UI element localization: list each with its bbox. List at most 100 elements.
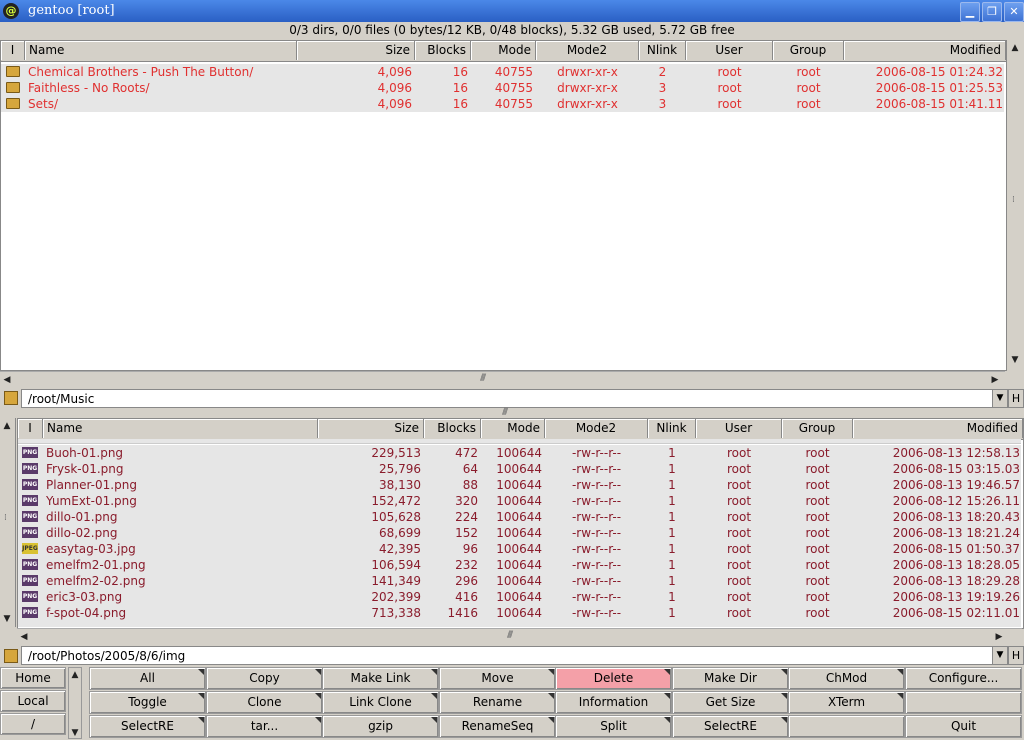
- folder-icon[interactable]: [4, 649, 18, 663]
- link-clone-button[interactable]: Link Clone: [322, 691, 439, 714]
- minimize-icon[interactable]: ▁: [960, 2, 980, 22]
- make-dir-button[interactable]: Make Dir: [672, 667, 789, 690]
- bottom-row[interactable]: PNG eric3-03.png 202,399 416 100644 -rw-r--r-…: [18, 589, 1021, 605]
- bottom-column-user[interactable]: User: [696, 419, 782, 438]
- bottom-row[interactable]: PNG emelfm2-01.png 106,594 232 100644 -rw-r--…: [18, 557, 1021, 573]
- scroll-up-icon[interactable]: ▲: [1008, 41, 1022, 55]
- scroll-right-icon[interactable]: ▶: [992, 630, 1006, 644]
- top-cell-nlink: 3: [658, 97, 667, 111]
- bottom-column-blocks[interactable]: Blocks: [424, 419, 481, 438]
- chevron-down-icon[interactable]: ▼: [992, 646, 1008, 665]
- bottom-row[interactable]: PNG dillo-01.png 105,628 224 100644 -rw-r--r-…: [18, 509, 1021, 525]
- bottom-history-button[interactable]: H: [1008, 646, 1024, 665]
- table-row-partial[interactable]: [18, 621, 1021, 627]
- scroll-up-icon[interactable]: ▲: [69, 668, 81, 682]
- top-row[interactable]: Chemical Brothers - Push The Button/4,09…: [1, 64, 1004, 80]
- corner-menu-icon: [198, 717, 204, 723]
- scroll-grip-icon[interactable]: ⁞: [4, 513, 7, 523]
- bottom-row[interactable]: PNG dillo-02.png 68,699 152 100644 -rw-r--r--…: [18, 525, 1021, 541]
- local-button[interactable]: Local: [0, 690, 66, 712]
- xterm-button[interactable]: XTerm: [788, 691, 905, 714]
- pane-splitter-icon[interactable]: ////: [502, 407, 508, 417]
- bottom-cell-name: emelfm2-01.png: [46, 558, 146, 572]
- renameseq-button[interactable]: RenameSeq: [439, 715, 556, 738]
- scroll-down-icon[interactable]: ▼: [69, 726, 81, 740]
- bottom-row[interactable]: PNG Buoh-01.png 229,513 472 100644 -rw-r--r--…: [18, 445, 1021, 461]
- root-button[interactable]: /: [0, 713, 66, 735]
- window-title: gentoo [root]: [28, 3, 115, 18]
- scroll-grip-icon[interactable]: ⁞: [1012, 195, 1015, 205]
- chmod-button[interactable]: ChMod: [788, 667, 905, 690]
- top-vertical-scrollbar[interactable]: ▲ ⁞ ▼: [1006, 40, 1024, 369]
- bottom-row[interactable]: PNG emelfm2-02.png 141,349 296 100644 -rw-r--…: [18, 573, 1021, 589]
- folder-icon[interactable]: [4, 391, 18, 405]
- scroll-down-icon[interactable]: ▼: [1008, 353, 1022, 367]
- maximize-icon[interactable]: ❐: [982, 2, 1002, 22]
- scroll-grip-icon[interactable]: ////: [480, 373, 486, 383]
- make-link-button[interactable]: Make Link: [322, 667, 439, 690]
- top-column-blocks[interactable]: Blocks: [415, 41, 471, 60]
- gzip-button[interactable]: gzip: [322, 715, 439, 738]
- top-column-i[interactable]: I: [1, 41, 25, 60]
- top-horizontal-scrollbar[interactable]: ◀ //// ▶: [0, 371, 1005, 388]
- top-file-list[interactable]: I Name Size Blocks Mode Mode2 Nlink User Group Mo…: [0, 40, 1007, 371]
- bottom-path-input[interactable]: /root/Photos/2005/8/6/img: [21, 646, 993, 665]
- title-bar[interactable]: @ gentoo [root] ▁ ❐ ✕: [0, 0, 1024, 22]
- scroll-down-icon[interactable]: ▼: [0, 612, 14, 626]
- top-column-modified[interactable]: Modified: [844, 41, 1006, 60]
- bottom-column-i[interactable]: I: [18, 419, 43, 438]
- top-column-name[interactable]: Name: [25, 41, 297, 60]
- bottom-column-mode2[interactable]: Mode2: [545, 419, 648, 438]
- bottom-column-name[interactable]: Name: [43, 419, 318, 438]
- app-icon[interactable]: @: [3, 3, 19, 19]
- top-column-user[interactable]: User: [686, 41, 773, 60]
- top-column-nlink[interactable]: Nlink: [639, 41, 686, 60]
- bottom-column-group[interactable]: Group: [782, 419, 853, 438]
- scroll-right-icon[interactable]: ▶: [988, 373, 1002, 387]
- split-button[interactable]: Split: [555, 715, 672, 738]
- bottom-row[interactable]: JPEG easytag-03.jpg 42,395 96 100644 -rw-r--r…: [18, 541, 1021, 557]
- scroll-grip-icon[interactable]: ////: [507, 630, 513, 640]
- top-column-group[interactable]: Group: [773, 41, 844, 60]
- rename-button[interactable]: Rename: [439, 691, 556, 714]
- table-row-partial[interactable]: [18, 439, 1021, 444]
- toggle-button[interactable]: Toggle: [89, 691, 206, 714]
- top-column-mode[interactable]: Mode: [471, 41, 536, 60]
- selectre-button[interactable]: SelectRE: [672, 715, 789, 738]
- bottom-file-list[interactable]: I Name Size Blocks Mode Mode2 Nlink User Group Mo…: [17, 418, 1024, 629]
- delete-button[interactable]: Delete: [555, 667, 672, 690]
- bottom-column-size[interactable]: Size: [318, 419, 424, 438]
- scroll-left-icon[interactable]: ◀: [17, 630, 31, 644]
- clone-button[interactable]: Clone: [206, 691, 323, 714]
- top-row[interactable]: Sets/4,096 16 40755 drwxr-xr-x 3 root root 2006…: [1, 96, 1004, 112]
- all-button[interactable]: All: [89, 667, 206, 690]
- selectre-button[interactable]: SelectRE: [89, 715, 206, 738]
- copy-button[interactable]: Copy: [206, 667, 323, 690]
- scroll-up-icon[interactable]: ▲: [0, 419, 14, 433]
- bottom-row[interactable]: PNG Frysk-01.png 25,796 64 100644 -rw-r--r-- 1…: [18, 461, 1021, 477]
- bottom-column-modified[interactable]: Modified: [853, 419, 1023, 438]
- bottom-vertical-scrollbar[interactable]: ▲ ⁞ ▼: [0, 418, 16, 627]
- scroll-left-icon[interactable]: ◀: [0, 373, 14, 387]
- top-column-mode2[interactable]: Mode2: [536, 41, 639, 60]
- top-row[interactable]: Faithless - No Roots/4,096 16 40755 drwxr-x…: [1, 80, 1004, 96]
- home-button[interactable]: Home: [0, 667, 66, 689]
- move-button[interactable]: Move: [439, 667, 556, 690]
- get-size-button[interactable]: Get Size: [672, 691, 789, 714]
- close-icon[interactable]: ✕: [1004, 2, 1024, 22]
- quit-button[interactable]: Quit: [905, 715, 1022, 738]
- information-button[interactable]: Information: [555, 691, 672, 714]
- side-scrollbar[interactable]: ▲ ▼: [68, 667, 82, 739]
- bottom-row[interactable]: PNG f-spot-04.png 713,338 1416 100644 -rw-r--…: [18, 605, 1021, 621]
- tar-button[interactable]: tar...: [206, 715, 323, 738]
- configure-button[interactable]: Configure...: [905, 667, 1022, 690]
- bottom-row[interactable]: PNG Planner-01.png 38,130 88 100644 -rw-r--r-…: [18, 477, 1021, 493]
- bottom-row[interactable]: PNG YumExt-01.png 152,472 320 100644 -rw-r--r…: [18, 493, 1021, 509]
- bottom-horizontal-scrollbar[interactable]: ◀ //// ▶: [17, 628, 1022, 645]
- top-history-button[interactable]: H: [1008, 389, 1024, 408]
- bottom-column-mode[interactable]: Mode: [481, 419, 545, 438]
- top-path-input[interactable]: /root/Music: [21, 389, 993, 408]
- top-column-size[interactable]: Size: [297, 41, 415, 60]
- bottom-column-nlink[interactable]: Nlink: [648, 419, 696, 438]
- chevron-down-icon[interactable]: ▼: [992, 389, 1008, 408]
